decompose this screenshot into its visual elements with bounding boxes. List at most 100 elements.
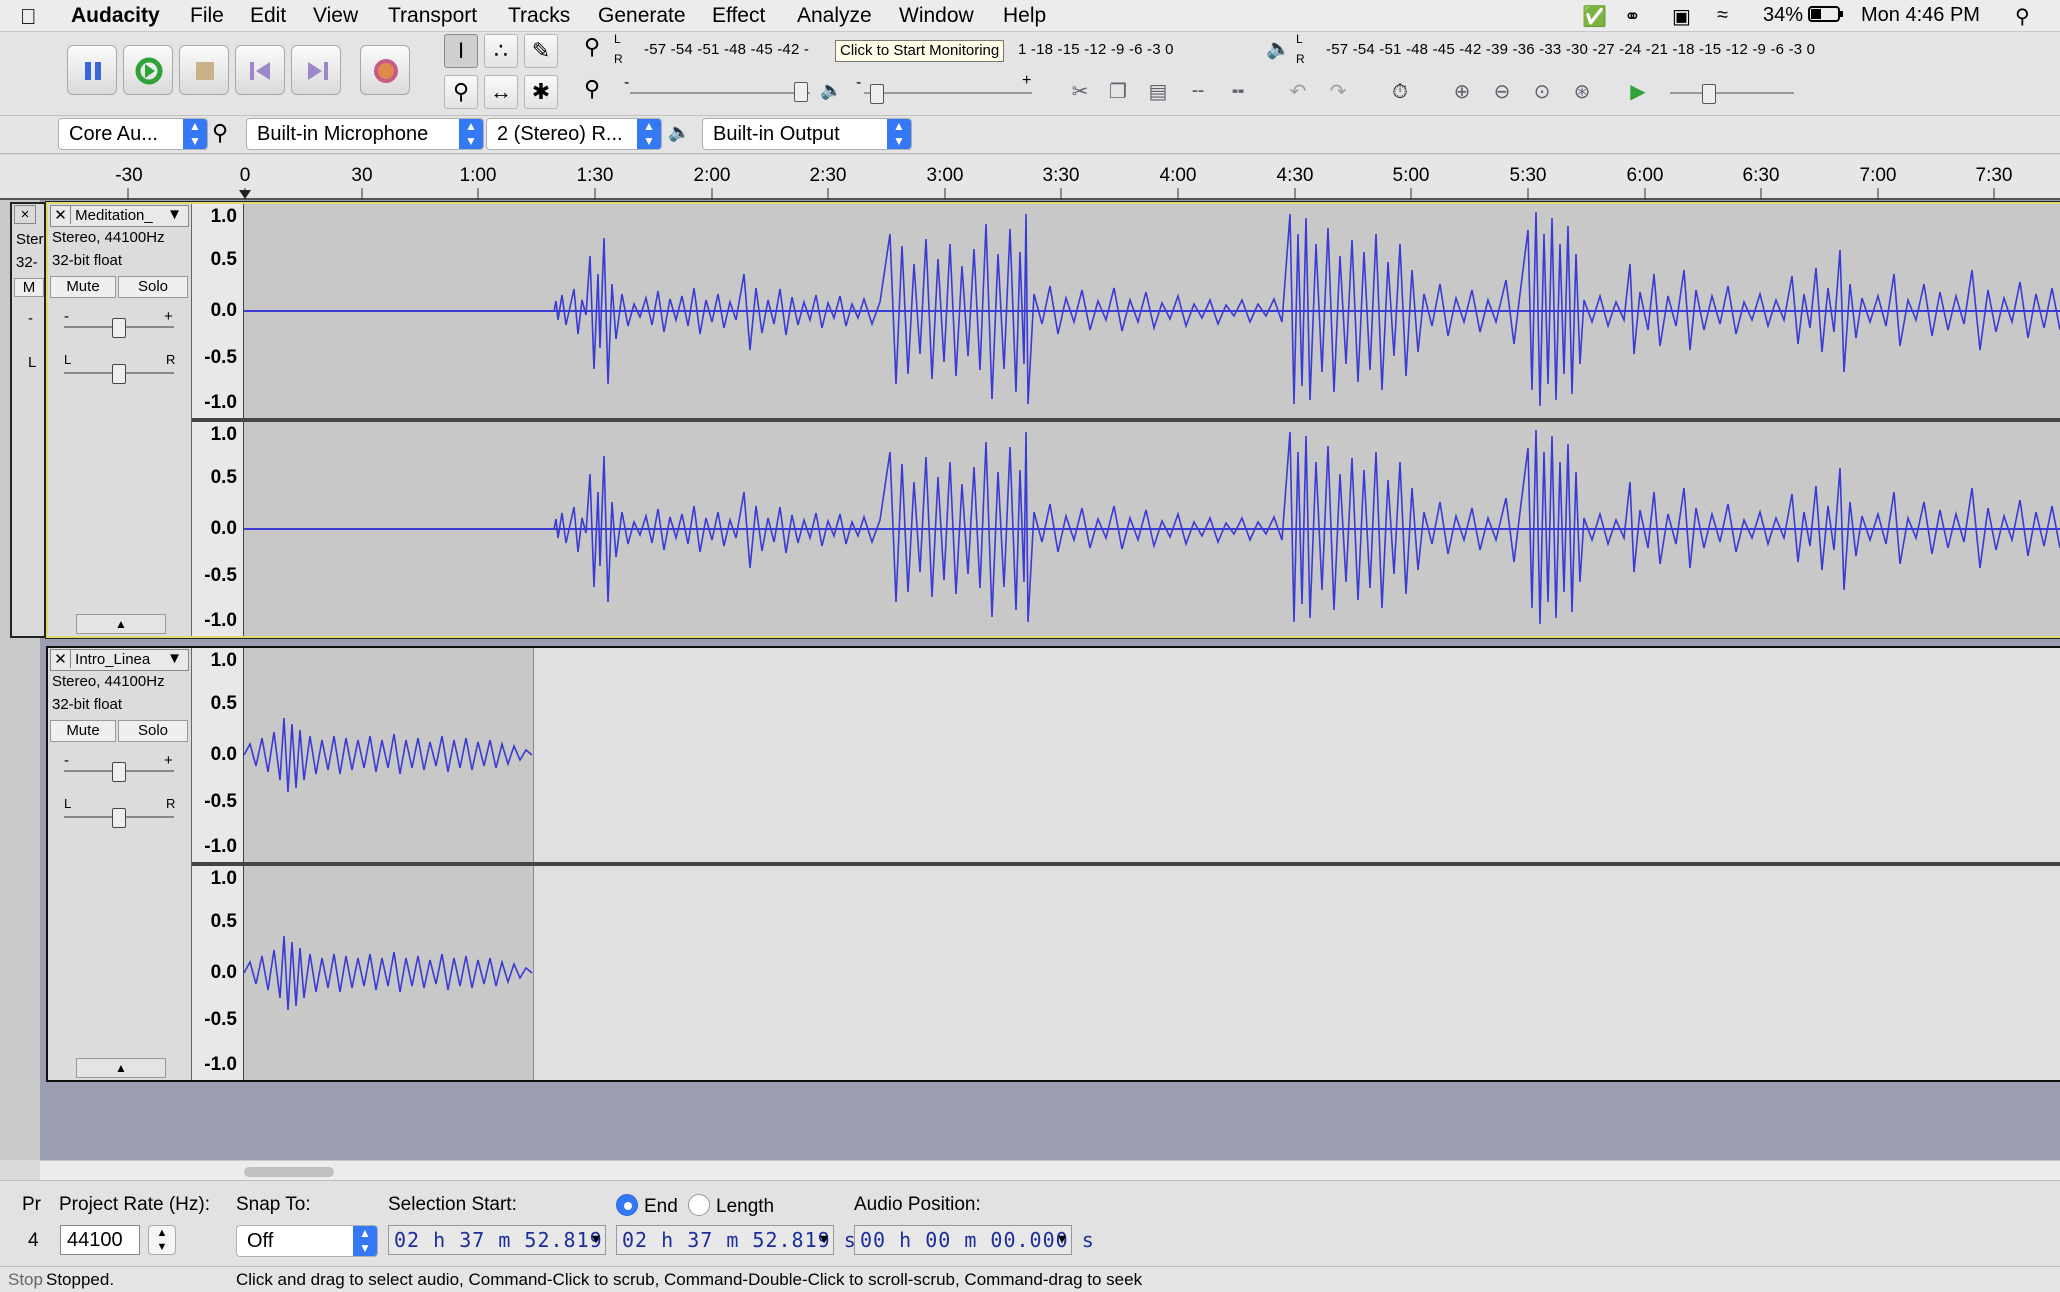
mute-button[interactable]: Mute: [50, 720, 116, 742]
menu-file[interactable]: File: [190, 4, 224, 28]
clock[interactable]: Mon 4:46 PM: [1861, 4, 1980, 27]
record-meter-scale-tail[interactable]: 1 -18 -15 -12 -9 -6 -3 0: [1018, 41, 1174, 58]
selection-end-field[interactable]: 02 h 37 m 52.819 s ▼: [616, 1225, 856, 1255]
multi-tool[interactable]: ✱: [524, 75, 558, 109]
monitoring-tooltip[interactable]: Click to Start Monitoring: [835, 40, 1005, 62]
output-device-select[interactable]: Built-in Output ▲ ▼: [702, 118, 912, 150]
waveform-right-channel[interactable]: [244, 866, 2060, 1080]
play-speed-slider-thumb[interactable]: [1702, 84, 1716, 104]
draw-tool[interactable]: ✎: [524, 34, 558, 68]
track-name-button[interactable]: ✕ Meditation_ ▼: [50, 205, 189, 227]
length-radio-option[interactable]: Length: [688, 1194, 774, 1218]
gain-slider-thumb[interactable]: [112, 318, 126, 338]
chevron-down-icon[interactable]: ▼: [167, 650, 182, 667]
paste-icon[interactable]: ▤: [1140, 76, 1176, 110]
skip-to-start-button[interactable]: [235, 45, 285, 95]
envelope-tool[interactable]: ∴: [484, 34, 518, 68]
input-device-select[interactable]: Built-in Microphone ▲ ▼: [246, 118, 484, 150]
solo-button[interactable]: Solo: [118, 276, 188, 298]
spotlight-search-icon[interactable]: ⚲: [2015, 4, 2030, 29]
collapse-track-icon[interactable]: ▲: [76, 614, 166, 634]
vertical-scale[interactable]: 1.0 0.5 0.0 -0.5 -1.0: [192, 866, 244, 1080]
audio-position-field[interactable]: 00 h 00 m 00.000 s ▼: [854, 1225, 1094, 1255]
undo-icon[interactable]: ↶: [1280, 76, 1316, 110]
playback-meter-scale[interactable]: -57 -54 -51 -48 -45 -42 -39 -36 -33 -30 …: [1326, 41, 1815, 58]
mute-button[interactable]: Mute: [50, 276, 116, 298]
time-shift-tool[interactable]: ↔: [484, 75, 518, 109]
record-button[interactable]: [360, 45, 410, 95]
selection-start-field[interactable]: 02 h 37 m 52.819 s ▼: [388, 1225, 628, 1255]
redo-icon[interactable]: ↷: [1320, 76, 1356, 110]
input-volume-slider-thumb[interactable]: [794, 82, 808, 102]
sync-lock-icon[interactable]: ⏱: [1382, 76, 1418, 110]
zoom-tool[interactable]: ⚲: [444, 75, 478, 109]
silence-audio-icon[interactable]: ╍: [1220, 76, 1256, 110]
chevron-down-icon[interactable]: ▼: [592, 1226, 601, 1254]
vertical-scale[interactable]: 1.0 0.5 0.0 -0.5 -1.0: [192, 204, 244, 418]
waveform-left-channel[interactable]: [244, 648, 2060, 862]
cut-icon[interactable]: ✂: [1062, 76, 1098, 110]
input-volume-slider-track[interactable]: [630, 92, 810, 94]
trim-audio-icon[interactable]: ╌: [1180, 76, 1216, 110]
stop-button[interactable]: [179, 45, 229, 95]
chevron-down-icon[interactable]: ▼: [167, 206, 182, 223]
zoom-out-icon[interactable]: ⊖: [1484, 76, 1520, 110]
close-icon[interactable]: ×: [14, 205, 36, 224]
waveform-right-channel[interactable]: [244, 422, 2060, 636]
input-channels-select[interactable]: 2 (Stereo) R... ▲ ▼: [486, 118, 662, 150]
offscreen-mute-button[interactable]: M: [14, 278, 44, 297]
copy-icon[interactable]: ❐: [1100, 76, 1136, 110]
menu-window[interactable]: Window: [899, 4, 974, 28]
microphone-meter-icon[interactable]: ⚲: [584, 34, 600, 60]
menu-view[interactable]: View: [313, 4, 358, 28]
battery-icon[interactable]: [1808, 4, 1844, 30]
close-icon[interactable]: ✕: [51, 206, 71, 224]
menu-app-name[interactable]: Audacity: [71, 4, 160, 28]
menu-tracks[interactable]: Tracks: [508, 4, 570, 28]
menu-edit[interactable]: Edit: [250, 4, 286, 28]
play-button[interactable]: [123, 45, 173, 95]
offscreen-track-panel[interactable]: × Ster 32- M - L: [10, 202, 46, 638]
track-control-panel[interactable]: ✕ Meditation_ ▼ Stereo, 44100Hz 32-bit fl…: [48, 204, 192, 636]
pause-button[interactable]: [67, 45, 117, 95]
airplay-icon[interactable]: ▣: [1672, 4, 1691, 29]
menu-analyze[interactable]: Analyze: [797, 4, 872, 28]
vertical-scale[interactable]: 1.0 0.5 0.0 -0.5 -1.0: [192, 648, 244, 862]
track-control-panel[interactable]: ✕ Intro_Linea ▼ Stereo, 44100Hz 32-bit fl…: [48, 648, 192, 1080]
project-rate-stepper[interactable]: ▲ ▼: [148, 1225, 176, 1255]
fit-selection-icon[interactable]: ⊙: [1524, 76, 1560, 110]
end-radio[interactable]: [616, 1194, 638, 1216]
waveform-left-channel[interactable]: [244, 204, 2060, 418]
snap-to-select[interactable]: Off ▲ ▼: [236, 1225, 378, 1257]
menu-effect[interactable]: Effect: [712, 4, 765, 28]
fit-project-icon[interactable]: ⊛: [1564, 76, 1600, 110]
chevron-down-icon[interactable]: ▼: [820, 1226, 829, 1254]
menu-transport[interactable]: Transport: [388, 4, 477, 28]
horizontal-scrollbar[interactable]: [40, 1160, 2060, 1180]
record-meter-scale[interactable]: -57 -54 -51 -48 -45 -42 -: [644, 41, 809, 58]
output-volume-slider-track[interactable]: [864, 92, 1032, 94]
vertical-scale[interactable]: 1.0 0.5 0.0 -0.5 -1.0: [192, 422, 244, 636]
zoom-in-icon[interactable]: ⊕: [1444, 76, 1480, 110]
collapse-track-icon[interactable]: ▲: [76, 1058, 166, 1078]
menu-generate[interactable]: Generate: [598, 4, 686, 28]
wifi-icon[interactable]: ≈: [1717, 4, 1728, 27]
audio-host-select[interactable]: Core Au... ▲ ▼: [58, 118, 208, 150]
close-icon[interactable]: ✕: [51, 650, 71, 668]
pan-slider-thumb[interactable]: [112, 364, 126, 384]
play-at-speed-icon[interactable]: ▶: [1620, 76, 1656, 110]
project-rate-input[interactable]: 44100: [60, 1225, 140, 1255]
end-radio-option[interactable]: End: [616, 1194, 678, 1218]
track-meditation[interactable]: ✕ Meditation_ ▼ Stereo, 44100Hz 32-bit fl…: [45, 201, 2060, 639]
solo-button[interactable]: Solo: [118, 720, 188, 742]
gain-slider-thumb[interactable]: [112, 762, 126, 782]
chevron-down-icon[interactable]: ▼: [1058, 1226, 1067, 1254]
menu-help[interactable]: Help: [1003, 4, 1046, 28]
checkmark-icon[interactable]: ✅: [1582, 4, 1607, 29]
pan-slider-thumb[interactable]: [112, 808, 126, 828]
play-speed-slider-track[interactable]: [1670, 92, 1794, 94]
horizontal-scrollbar-thumb[interactable]: [244, 1167, 334, 1177]
track-intro[interactable]: ✕ Intro_Linea ▼ Stereo, 44100Hz 32-bit fl…: [46, 646, 2060, 1082]
speaker-meter-icon[interactable]: 🔈: [1266, 36, 1291, 61]
track-name-button[interactable]: ✕ Intro_Linea ▼: [50, 649, 189, 671]
